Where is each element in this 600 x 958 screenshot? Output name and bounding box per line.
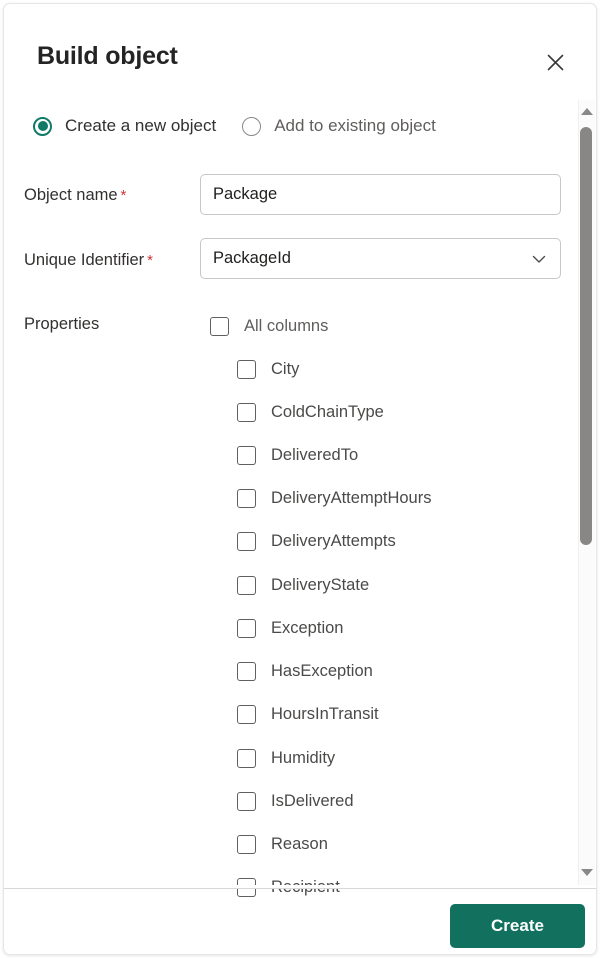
checkbox-hasexception[interactable]: HasException [237, 656, 373, 686]
create-button[interactable]: Create [450, 904, 585, 948]
checkbox-icon [237, 531, 256, 551]
unique-identifier-required-asterisk: * [147, 252, 154, 269]
list-item-label: City [271, 359, 300, 378]
checkbox-icon [237, 445, 256, 465]
close-button[interactable] [537, 44, 573, 80]
properties-label: Properties [24, 315, 100, 333]
checkbox-icon [237, 359, 256, 379]
dialog-header: Build object [4, 4, 596, 96]
unique-identifier-label-text: Unique Identifier [24, 251, 145, 269]
checkbox-deliveredto[interactable]: DeliveredTo [237, 440, 358, 470]
checkbox-deliveryattempthours[interactable]: DeliveryAttemptHours [237, 483, 431, 513]
checkbox-all-columns[interactable]: All columns [210, 311, 328, 341]
checkbox-icon [237, 834, 256, 854]
list-item-label: HoursInTransit [271, 704, 379, 723]
radio-create-new-object-label: Create a new object [65, 116, 217, 135]
object-name-label-text: Object name [24, 186, 118, 204]
checkbox-city[interactable]: City [237, 354, 299, 384]
checkbox-deliveryattempts[interactable]: DeliveryAttempts [237, 526, 396, 556]
object-name-label: Object name * [24, 186, 126, 205]
scroll-up-arrow-icon[interactable] [578, 103, 595, 120]
radio-unselected-icon [242, 116, 262, 136]
object-mode-radio-group: Create a new object Add to existing obje… [4, 116, 436, 136]
list-item-label: HasException [271, 661, 373, 680]
checkbox-all-columns-label: All columns [244, 316, 329, 335]
checkbox-icon [237, 661, 256, 681]
list-item-label: Exception [271, 618, 344, 637]
build-object-dialog: Build object Create a new object Add to … [3, 3, 597, 955]
list-item-label: DeliveryAttempts [271, 531, 396, 550]
object-name-required-asterisk: * [120, 187, 127, 204]
checkbox-icon [237, 488, 256, 508]
checkbox-icon [237, 575, 256, 595]
checkbox-reason[interactable]: Reason [237, 829, 328, 859]
radio-selected-icon [33, 116, 52, 136]
checkbox-icon [237, 791, 256, 811]
checkbox-icon [237, 748, 256, 768]
scrollbar-thumb[interactable] [580, 127, 592, 545]
list-item-label: Reason [271, 834, 328, 853]
checkbox-icon [237, 618, 256, 638]
page-title: Build object [37, 42, 178, 70]
list-item-label: IsDelivered [271, 791, 354, 810]
list-item-label: ColdChainType [271, 402, 384, 421]
checkbox-isdelivered[interactable]: IsDelivered [237, 786, 354, 816]
chevron-down-icon [530, 250, 548, 268]
checkbox-icon [237, 704, 256, 724]
triangle-up-icon [580, 108, 593, 115]
unique-identifier-dropdown[interactable]: PackageId [200, 238, 561, 279]
list-item-label: DeliveryState [271, 575, 370, 594]
scroll-down-arrow-icon[interactable] [578, 864, 595, 881]
checkbox-hoursintransit[interactable]: HoursInTransit [237, 699, 379, 729]
checkbox-coldchaintype[interactable]: ColdChainType [237, 397, 384, 427]
list-item-label: Humidity [271, 748, 336, 767]
unique-identifier-label: Unique Identifier * [24, 251, 153, 270]
close-icon [546, 53, 565, 72]
checkbox-icon [210, 316, 229, 336]
list-item-label: DeliveredTo [271, 445, 359, 464]
checkbox-icon [237, 402, 256, 422]
checkbox-deliverystate[interactable]: DeliveryState [237, 570, 369, 600]
triangle-down-icon [580, 869, 593, 876]
footer-divider [4, 888, 596, 889]
radio-add-to-existing-object-label: Add to existing object [274, 116, 436, 135]
radio-create-new-object[interactable]: Create a new object [33, 116, 216, 136]
checkbox-humidity[interactable]: Humidity [237, 743, 335, 773]
object-name-input[interactable] [200, 174, 561, 215]
checkbox-exception[interactable]: Exception [237, 613, 343, 643]
unique-identifier-value: PackageId [213, 249, 291, 267]
radio-add-to-existing-object[interactable]: Add to existing object [242, 116, 436, 136]
list-item-label: DeliveryAttemptHours [271, 488, 432, 507]
